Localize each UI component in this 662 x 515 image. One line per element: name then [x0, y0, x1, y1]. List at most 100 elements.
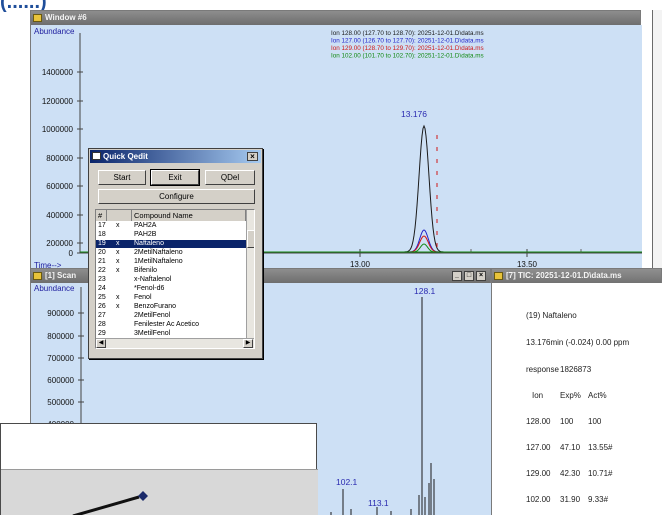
- qdel-button[interactable]: QDel: [205, 170, 255, 185]
- item-number: 25: [98, 294, 106, 301]
- close-button[interactable]: ×: [476, 271, 486, 281]
- list-item[interactable]: 28 Fenilester Ac Acetico: [96, 321, 246, 329]
- configure-button[interactable]: Configure: [98, 189, 255, 204]
- quick-qedit-dialog[interactable]: Quick Qedit × Start Exit QDel Configure …: [88, 148, 263, 359]
- list-item[interactable]: 22 x Bifenilo: [96, 267, 246, 275]
- item-name: PAH2B: [134, 231, 157, 238]
- item-mark: x: [116, 258, 120, 265]
- scroll-right-icon[interactable]: ▶: [243, 339, 253, 348]
- y-tick-label: 600000: [46, 182, 73, 191]
- item-mark: x: [116, 249, 120, 256]
- scan-y-tick-label: 900000: [47, 309, 74, 318]
- item-mark: x: [116, 240, 120, 247]
- heading-fragment: (......): [0, 0, 47, 13]
- quick-qedit-titlebar[interactable]: Quick Qedit ×: [90, 150, 261, 163]
- item-number: 20: [98, 249, 106, 256]
- scrollbar-thumb[interactable]: [247, 230, 254, 248]
- scan-y-tick-label: 700000: [47, 354, 74, 363]
- item-number: 28: [98, 321, 106, 328]
- compound-list[interactable]: # Compound Name 17 x PAH2A 18 PAH2B 19 x Naftal…: [95, 209, 255, 349]
- y-tick-label: 400000: [46, 211, 73, 220]
- y-axis: 1400000 1200000 1000000 800000 600000 400000 2…: [42, 33, 83, 258]
- col-header-num[interactable]: #: [96, 210, 107, 221]
- scan-y-axis-label: Abundance: [34, 284, 75, 293]
- item-number: 18: [98, 231, 106, 238]
- item-number: 17: [98, 222, 106, 229]
- item-name: 1MetilNaftaleno: [134, 258, 183, 265]
- exit-button[interactable]: Exit: [150, 169, 200, 186]
- list-item[interactable]: 20 x 2MetilNaftaleno: [96, 249, 246, 257]
- legend-entry: Ion 129.00 (128.70 to 129.70): 20251-12-…: [331, 45, 484, 52]
- scan-y-tick-label: 800000: [47, 332, 74, 341]
- row-act: 13.55#: [588, 443, 613, 452]
- row-act: 9.33#: [588, 495, 609, 504]
- window-6-title: Window #6: [45, 13, 87, 22]
- list-item[interactable]: 29 3MetilFenol: [96, 330, 246, 338]
- item-name: 3MetilFenol: [134, 330, 171, 337]
- item-number: 21: [98, 258, 106, 265]
- list-item[interactable]: 21 x 1MetilNaftaleno: [96, 258, 246, 266]
- legend-entry: Ion 102.00 (101.70 to 102.70): 20251-12-…: [331, 53, 484, 60]
- legend-entry: Ion 127.00 (126.70 to 127.70): 20251-12-…: [331, 38, 484, 45]
- tic-window-titlebar[interactable]: [7] TIC: 20251-12-01.D\data.ms: [492, 269, 661, 283]
- minimize-button[interactable]: _: [452, 271, 462, 281]
- window-icon: [494, 272, 503, 280]
- panel-marker: [138, 491, 148, 501]
- y-tick-label: 1000000: [42, 125, 74, 134]
- item-name: Bifenilo: [134, 267, 157, 274]
- item-name: BenzoFurano: [134, 303, 177, 310]
- start-button[interactable]: Start: [98, 170, 146, 185]
- item-number: 19: [98, 240, 106, 247]
- item-mark: x: [116, 294, 120, 301]
- col-header-name[interactable]: Compound Name: [132, 210, 246, 221]
- row-exp: 100: [560, 417, 574, 426]
- vertical-scrollbar[interactable]: [246, 210, 254, 338]
- item-number: 29: [98, 330, 106, 337]
- list-item[interactable]: 17 x PAH2A: [96, 222, 246, 230]
- response-value: 1826873: [560, 365, 592, 374]
- row-ion: 102.00: [526, 495, 551, 504]
- tic-window[interactable]: [7] TIC: 20251-12-01.D\data.ms (19) Naft…: [491, 268, 662, 515]
- y-tick-label: 800000: [46, 154, 73, 163]
- close-button[interactable]: ×: [247, 152, 258, 161]
- item-name: Fenol: [134, 294, 152, 301]
- list-item[interactable]: 18 PAH2B: [96, 231, 246, 239]
- list-item[interactable]: 27 2MetilFenol: [96, 312, 246, 320]
- list-item[interactable]: 24 *Fenol-d6: [96, 285, 246, 293]
- tic-report: (19) Naftaleno 13.176min (-0.024) 0.00 p…: [492, 283, 662, 515]
- row-exp: 47.10: [560, 443, 581, 452]
- item-name: Naftaleno: [134, 240, 164, 247]
- item-number: 26: [98, 303, 106, 310]
- item-number: 23: [98, 276, 106, 283]
- y-tick-label: 1400000: [42, 68, 74, 77]
- ion-trace: [394, 229, 454, 253]
- maximize-button[interactable]: □: [464, 271, 474, 281]
- row-ion: 127.00: [526, 443, 551, 452]
- scan-window-title: [1] Scan: [45, 271, 77, 280]
- item-number: 22: [98, 267, 106, 274]
- item-mark: x: [116, 267, 120, 274]
- overlay-panel: [0, 423, 318, 515]
- item-name: *Fenol-d6: [134, 285, 165, 292]
- header-act: Act%: [588, 391, 607, 400]
- y-axis-label: Abundance: [34, 27, 75, 36]
- dialog-icon: [92, 152, 101, 160]
- window-icon: [33, 14, 42, 22]
- item-number: 27: [98, 312, 106, 319]
- window-icon: [33, 272, 42, 280]
- col-header-mark[interactable]: [107, 210, 132, 221]
- row-exp: 31.90: [560, 495, 581, 504]
- y-tick-label: 200000: [46, 239, 73, 248]
- horizontal-scrollbar[interactable]: ◀ ▶: [96, 338, 254, 348]
- header-ion: Ion: [532, 391, 544, 400]
- tic-window-title: [7] TIC: 20251-12-01.D\data.ms: [506, 271, 622, 280]
- y-tick-label: 1200000: [42, 97, 74, 106]
- list-item[interactable]: 23 x-Naftalenol: [96, 276, 246, 284]
- list-item[interactable]: 25 x Fenol: [96, 294, 246, 302]
- scan-y-tick-label: 600000: [47, 376, 74, 385]
- list-item[interactable]: 26 x BenzoFurano: [96, 303, 246, 311]
- list-item[interactable]: 19 x Naftaleno: [96, 240, 246, 248]
- item-number: 24: [98, 285, 106, 292]
- window-6-titlebar[interactable]: Window #6: [31, 11, 640, 25]
- scroll-left-icon[interactable]: ◀: [96, 339, 106, 348]
